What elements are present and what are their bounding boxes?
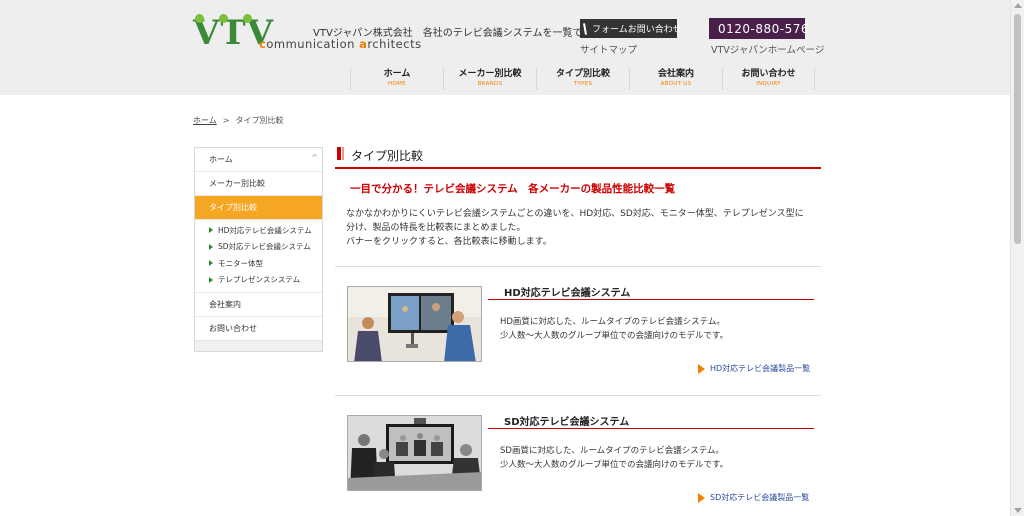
sidebar-item-inquiry[interactable]: お問い合わせ bbox=[195, 317, 322, 341]
title-bar-marker bbox=[342, 147, 344, 160]
page-title: タイプ別比較 bbox=[335, 145, 821, 169]
breadcrumb-current: タイプ別比較 bbox=[235, 116, 284, 125]
intro-line: なかなかわかりにくいテレビ会議システムごとの違いを、HD対応、SD対応、モニター… bbox=[346, 209, 804, 219]
company-text: VTVジャパン株式会社 各社のテレビ会議システムを一覧で比較！ bbox=[313, 28, 613, 39]
global-nav: ホーム HOME メーカー別比較 BRANDS タイプ別比較 TYPES 会社案内 AB… bbox=[350, 68, 815, 90]
card-desc-line: HD画質に対応した、ルームタイプのテレビ会議システム。 bbox=[500, 317, 725, 327]
sidebar-item-label: お問い合わせ bbox=[209, 324, 257, 333]
nav-inquiry[interactable]: お問い合わせ INQUIRY bbox=[722, 68, 815, 90]
sidebar-item-label: ホーム bbox=[209, 155, 233, 164]
sitemap-link[interactable]: サイトマップ bbox=[580, 42, 637, 56]
breadcrumb: ホーム > タイプ別比較 bbox=[193, 115, 283, 126]
sidebar-sub-telepresence[interactable]: テレプレゼンスシステム bbox=[195, 272, 322, 289]
hd-banner-image[interactable] bbox=[347, 286, 482, 362]
arrow-right-icon bbox=[209, 243, 213, 250]
sidebar-item-types[interactable]: タイプ別比較 bbox=[195, 196, 322, 220]
card-desc-line: 少人数〜大人数のグループ単位での会議向けのモデルです。 bbox=[500, 331, 729, 341]
intro-paragraph: なかなかわかりにくいテレビ会議システムごとの違いを、HD対応、SD対応、モニター… bbox=[346, 207, 816, 249]
form-inquiry-label: フォームお問い合わせ bbox=[592, 25, 682, 35]
form-inquiry-button[interactable]: フォームお問い合わせ bbox=[580, 19, 682, 38]
sidebar-nav: ホーム ^ メーカー別比較 タイプ別比較 HD対応テレビ会議システム SD対応テ… bbox=[194, 147, 323, 352]
card-desc-line: 少人数〜大人数のグループ単位での会議向けのモデルです。 bbox=[500, 460, 729, 470]
hd-products-link[interactable]: HD対応テレビ会議製品一覧 bbox=[698, 363, 810, 374]
logo-dot bbox=[195, 14, 204, 23]
hd-card-title: HD対応テレビ会議システム bbox=[488, 285, 814, 300]
lead-heading: 一目で分かる！テレビ会議システム 各メーカーの製品性能比較一覧 bbox=[350, 183, 676, 195]
nav-types[interactable]: タイプ別比較 TYPES bbox=[536, 68, 629, 90]
triangle-right-icon bbox=[698, 363, 705, 374]
caret-up-icon: ^ bbox=[311, 153, 318, 162]
section-divider bbox=[335, 266, 821, 267]
section-divider bbox=[335, 395, 821, 396]
sd-card-description: SD画質に対応した、ルームタイプのテレビ会議システム。 少人数〜大人数のグループ… bbox=[500, 444, 820, 472]
logo-tagline: communication architects bbox=[259, 37, 422, 51]
logo-dot bbox=[219, 14, 228, 23]
card-desc-line: SD画質に対応した、ルームタイプのテレビ会議システム。 bbox=[500, 446, 724, 456]
sidebar-footer bbox=[195, 341, 322, 351]
nav-about[interactable]: 会社案内 ABOUT US bbox=[629, 68, 722, 90]
sidebar-item-brands[interactable]: メーカー別比較 bbox=[195, 172, 322, 196]
sidebar-sub-label: HD対応テレビ会議システム bbox=[218, 225, 312, 235]
sd-card-title-text: SD対応テレビ会議システム bbox=[504, 417, 630, 428]
phone-handset-icon bbox=[582, 22, 588, 35]
sidebar-item-label: タイプ別比較 bbox=[209, 203, 257, 212]
meeting-photo-hd bbox=[348, 287, 481, 361]
breadcrumb-separator: > bbox=[222, 116, 230, 125]
sidebar-sub-monitor[interactable]: モニター体型 bbox=[195, 255, 322, 272]
arrow-right-icon bbox=[209, 227, 213, 234]
sidebar-item-home[interactable]: ホーム ^ bbox=[195, 148, 322, 172]
sd-products-link[interactable]: SD対応テレビ会議製品一覧 bbox=[698, 492, 809, 503]
scroll-down-arrow-icon[interactable] bbox=[1014, 508, 1022, 513]
intro-line: 分け、製品の特長を比較表にまとめました。 bbox=[346, 223, 526, 233]
sidebar-item-label: メーカー別比較 bbox=[209, 179, 265, 188]
breadcrumb-home-link[interactable]: ホーム bbox=[193, 116, 217, 125]
sd-card-title: SD対応テレビ会議システム bbox=[488, 414, 814, 429]
hd-card-description: HD画質に対応した、ルームタイプのテレビ会議システム。 少人数〜大人数のグループ… bbox=[500, 315, 820, 343]
vtv-homepage-link[interactable]: VTVジャパンホームページ bbox=[711, 42, 824, 56]
phone-number: 0120-880-576 bbox=[718, 21, 810, 36]
sidebar-item-about[interactable]: 会社案内 bbox=[195, 293, 322, 317]
sd-products-link-text: SD対応テレビ会議製品一覧 bbox=[710, 493, 810, 502]
sd-banner-image[interactable] bbox=[347, 415, 482, 491]
phone-number-button[interactable]: 0120-880-576 bbox=[709, 18, 809, 39]
vertical-scrollbar[interactable] bbox=[1010, 0, 1024, 516]
triangle-right-icon bbox=[698, 492, 705, 503]
sidebar-sub-list: HD対応テレビ会議システム SD対応テレビ会議システム モニター体型 テレプレゼ… bbox=[195, 220, 322, 293]
scroll-thumb[interactable] bbox=[1014, 14, 1021, 244]
scroll-up-arrow-icon[interactable] bbox=[1014, 3, 1022, 8]
intro-line: バナーをクリックすると、各比較表に移動します。 bbox=[346, 237, 552, 247]
arrow-right-icon bbox=[209, 260, 213, 267]
sidebar-item-label: 会社案内 bbox=[209, 300, 241, 309]
sidebar-sub-label: テレプレゼンスシステム bbox=[218, 275, 301, 285]
title-bar-marker bbox=[337, 147, 341, 160]
meeting-photo-sd bbox=[348, 416, 481, 490]
hd-products-link-text: HD対応テレビ会議製品一覧 bbox=[710, 364, 811, 373]
sidebar-sub-sd[interactable]: SD対応テレビ会議システム bbox=[195, 239, 322, 256]
sidebar-sub-label: モニター体型 bbox=[218, 258, 263, 268]
hd-card-title-text: HD対応テレビ会議システム bbox=[504, 288, 631, 299]
logo-dot bbox=[243, 14, 252, 23]
nav-brands[interactable]: メーカー別比較 BRANDS bbox=[443, 68, 536, 90]
nav-home[interactable]: ホーム HOME bbox=[350, 68, 443, 90]
page-title-text: タイプ別比較 bbox=[351, 149, 424, 163]
sidebar-sub-hd[interactable]: HD対応テレビ会議システム bbox=[195, 222, 322, 239]
arrow-right-icon bbox=[209, 276, 213, 283]
sidebar-sub-label: SD対応テレビ会議システム bbox=[218, 242, 311, 252]
